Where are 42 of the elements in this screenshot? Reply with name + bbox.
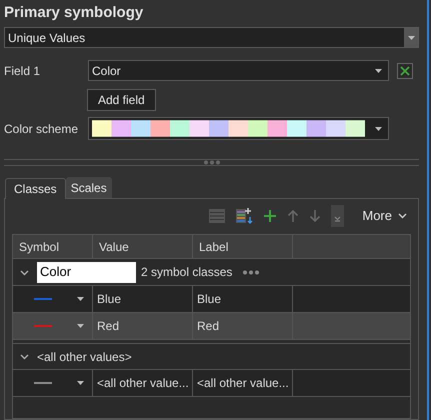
table-cell: <all other value... (193, 370, 293, 396)
table-row[interactable]: Blue Blue (13, 286, 410, 313)
caret-icon (408, 36, 414, 40)
table-cell: Red (93, 313, 193, 339)
field-label: Field 1 (4, 62, 42, 80)
more-options-icon[interactable] (242, 270, 260, 274)
collapse-icon[interactable] (331, 204, 344, 226)
chevron-down-icon (398, 212, 407, 218)
column-header[interactable]: Symbol (13, 235, 93, 258)
clear-icon[interactable] (397, 62, 413, 78)
arrow-up-icon[interactable] (287, 208, 300, 222)
class-count: 2 symbol classes (141, 264, 232, 281)
table-cell: Blue (193, 286, 293, 312)
splitter-grip-icon[interactable] (202, 160, 220, 165)
arrow-down-icon[interactable] (309, 208, 322, 222)
field-dropdown[interactable]: Color (88, 60, 389, 81)
color-scheme-dropdown[interactable] (88, 117, 389, 140)
caret-icon (375, 126, 382, 130)
caret-icon (77, 324, 84, 328)
chevron-down-icon[interactable] (20, 352, 29, 361)
tab[interactable]: Scales (66, 177, 112, 198)
add-field-button[interactable]: Add field (87, 89, 156, 111)
caret-icon (77, 297, 84, 301)
add-from-list-icon[interactable] (235, 206, 254, 224)
group-heading: <all other values> (37, 348, 132, 366)
tab[interactable]: Classes (5, 178, 66, 199)
table-cell: Red (193, 313, 293, 339)
column-header[interactable]: Label (193, 235, 293, 258)
heading-field[interactable]: Color (37, 262, 136, 282)
plus-icon[interactable] (263, 208, 278, 222)
chevron-down-icon[interactable] (20, 268, 29, 276)
caret-icon (77, 381, 84, 385)
color-scheme-label: Color scheme (4, 120, 80, 138)
section-title: Primary symbology (4, 3, 144, 23)
table-row[interactable]: <all other value... <all other value... (13, 370, 410, 397)
table-cell: Blue (93, 286, 193, 312)
renderer-dropdown[interactable]: Unique Values (4, 27, 419, 48)
more-button[interactable]: More (362, 206, 407, 226)
table-row[interactable]: Red Red (13, 313, 410, 340)
column-header[interactable]: Value (93, 235, 193, 258)
caret-icon (375, 68, 382, 72)
table-cell: <all other value... (93, 370, 193, 396)
